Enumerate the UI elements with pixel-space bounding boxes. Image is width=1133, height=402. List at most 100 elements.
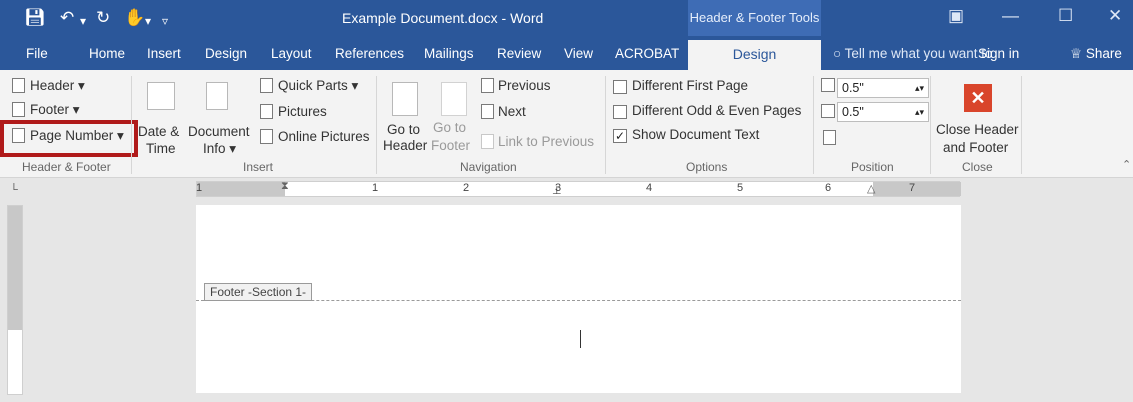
tab-file[interactable]: File	[26, 46, 48, 61]
tab-layout[interactable]: Layout	[271, 46, 312, 61]
group-separator	[131, 76, 132, 174]
previous-button[interactable]: Previous	[498, 78, 551, 93]
sign-in-link[interactable]: Sign in	[978, 46, 1019, 61]
go-to-header-icon	[392, 82, 418, 116]
footer-icon	[12, 102, 25, 117]
different-odd-even-checkbox[interactable]	[613, 105, 627, 119]
close-header-footer-line1[interactable]: Close Header	[936, 122, 1019, 137]
tab-selector-icon[interactable]: └	[10, 184, 18, 196]
spinner-arrows-icon[interactable]: ▴▾	[915, 79, 924, 97]
vertical-ruler-margin	[8, 206, 22, 330]
go-to-footer-line1[interactable]: Go to	[433, 120, 466, 135]
header-from-top-value: 0.5"	[842, 81, 864, 95]
customize-toolbar-icon[interactable]: ▿	[162, 11, 168, 31]
footer-from-bottom-value: 0.5"	[842, 105, 864, 119]
tab-references[interactable]: References	[335, 46, 404, 61]
share-button[interactable]: ♕ Share	[1070, 46, 1122, 62]
horizontal-ruler[interactable]: 1 1 2 3 4 5 6 7 ⧗ ⊥ △	[196, 180, 961, 197]
person-icon: ♕	[1070, 46, 1083, 61]
insert-alignment-tab-icon[interactable]	[823, 130, 836, 145]
center-tab-icon[interactable]: ⊥	[552, 184, 562, 197]
go-to-header-line2[interactable]: Header	[383, 138, 427, 153]
group-separator	[930, 76, 931, 174]
group-separator	[376, 76, 377, 174]
header-from-top-icon	[821, 78, 835, 92]
spinner-arrows-icon[interactable]: ▴▾	[915, 103, 924, 121]
document-page[interactable]: Footer -Section 1-	[196, 205, 961, 393]
next-icon	[481, 104, 494, 119]
tab-insert[interactable]: Insert	[147, 46, 181, 61]
tab-home[interactable]: Home	[89, 46, 125, 61]
touch-mode-icon[interactable]: ✋	[124, 8, 145, 28]
header-footer-tools-label: Header & Footer Tools	[688, 0, 821, 36]
highlight-box	[0, 120, 138, 157]
footer-section-tag: Footer -Section 1-	[204, 283, 313, 301]
group-label-insert: Insert	[243, 160, 274, 174]
link-to-previous-button[interactable]: Link to Previous	[498, 134, 594, 149]
tab-acrobat[interactable]: ACROBAT	[615, 46, 679, 61]
footer-button[interactable]: Footer ▾	[30, 102, 80, 118]
indent-marker-icon[interactable]: ⧗	[281, 180, 289, 193]
collapse-ribbon-icon[interactable]: ⌃	[1122, 158, 1131, 171]
ruler-number: 1	[196, 182, 203, 194]
header-icon	[12, 78, 25, 93]
lightbulb-icon: ○	[833, 46, 842, 61]
tab-mailings[interactable]: Mailings	[424, 46, 474, 61]
close-header-footer-line2[interactable]: and Footer	[943, 140, 1008, 155]
tell-me-search[interactable]: ○ Tell me what you want to	[833, 46, 993, 61]
save-icon[interactable]: 💾︎	[24, 8, 46, 28]
date-time-line1[interactable]: Date &	[138, 124, 179, 139]
pictures-icon	[260, 104, 273, 119]
header-label: Header	[30, 78, 75, 93]
close-header-footer-icon[interactable]: ✕	[964, 84, 992, 112]
text-cursor	[580, 330, 581, 348]
group-label-position: Position	[851, 160, 894, 174]
go-to-header-line1[interactable]: Go to	[387, 122, 420, 137]
right-indent-icon[interactable]: △	[867, 182, 875, 195]
share-label: Share	[1085, 46, 1122, 61]
redo-icon[interactable]: ↻	[96, 8, 110, 28]
undo-icon[interactable]: ↶	[60, 8, 74, 28]
go-to-footer-line2[interactable]: Footer	[431, 138, 470, 153]
calendar-icon	[147, 82, 175, 110]
minimize-icon[interactable]: —	[1002, 6, 1019, 26]
document-info-line1[interactable]: Document	[188, 124, 250, 139]
date-time-line2[interactable]: Time	[146, 141, 176, 156]
different-first-page-checkbox[interactable]	[613, 80, 627, 94]
ribbon: Header ▾ Footer ▾ Page Number ▾ Header &…	[0, 70, 1133, 178]
group-separator	[813, 76, 814, 174]
ruler-number: 7	[909, 182, 916, 194]
tab-design[interactable]: Design	[205, 46, 247, 61]
footer-from-bottom-icon	[821, 104, 835, 118]
online-pictures-button[interactable]: Online Pictures	[278, 129, 370, 144]
document-info-line2[interactable]: Info ▾	[203, 141, 236, 157]
close-window-icon[interactable]: ✕	[1108, 6, 1122, 26]
tab-header-footer-design[interactable]: Design	[688, 40, 821, 70]
next-button[interactable]: Next	[498, 104, 526, 119]
ribbon-tabs: File Home Insert Design Layout Reference…	[0, 36, 1133, 70]
footer-from-bottom-spinner[interactable]: 0.5" ▴▾	[837, 102, 929, 122]
link-to-previous-icon	[481, 134, 494, 149]
pictures-button[interactable]: Pictures	[278, 104, 327, 119]
different-first-page-label: Different First Page	[632, 78, 749, 93]
ruler-margin-right	[873, 182, 961, 196]
tab-view[interactable]: View	[564, 46, 593, 61]
tab-review[interactable]: Review	[497, 46, 541, 61]
vertical-ruler[interactable]	[7, 205, 23, 395]
group-separator	[1021, 76, 1022, 174]
header-button[interactable]: Header ▾	[30, 78, 85, 94]
ribbon-display-options-icon[interactable]: ▣	[948, 6, 964, 26]
document-info-label: Info	[203, 141, 226, 156]
document-title: Example Document.docx - Word	[342, 10, 544, 26]
undo-dropdown-icon[interactable]: ▾	[80, 11, 86, 31]
footer-label: Footer	[30, 102, 70, 117]
header-from-top-spinner[interactable]: 0.5" ▴▾	[837, 78, 929, 98]
touch-mode-dropdown-icon[interactable]: ▾	[145, 11, 151, 31]
show-document-text-checkbox[interactable]: ✓	[613, 129, 627, 143]
different-odd-even-label: Different Odd & Even Pages	[632, 103, 802, 118]
title-bar: 💾︎ ↶ ▾ ↻ ✋ ▾ ▿ Example Document.docx - W…	[0, 0, 1133, 36]
maximize-icon[interactable]: ☐	[1058, 6, 1073, 26]
quick-parts-button[interactable]: Quick Parts ▾	[278, 78, 358, 94]
group-label-header-footer: Header & Footer	[22, 160, 111, 174]
ruler-margin-left	[197, 182, 285, 196]
